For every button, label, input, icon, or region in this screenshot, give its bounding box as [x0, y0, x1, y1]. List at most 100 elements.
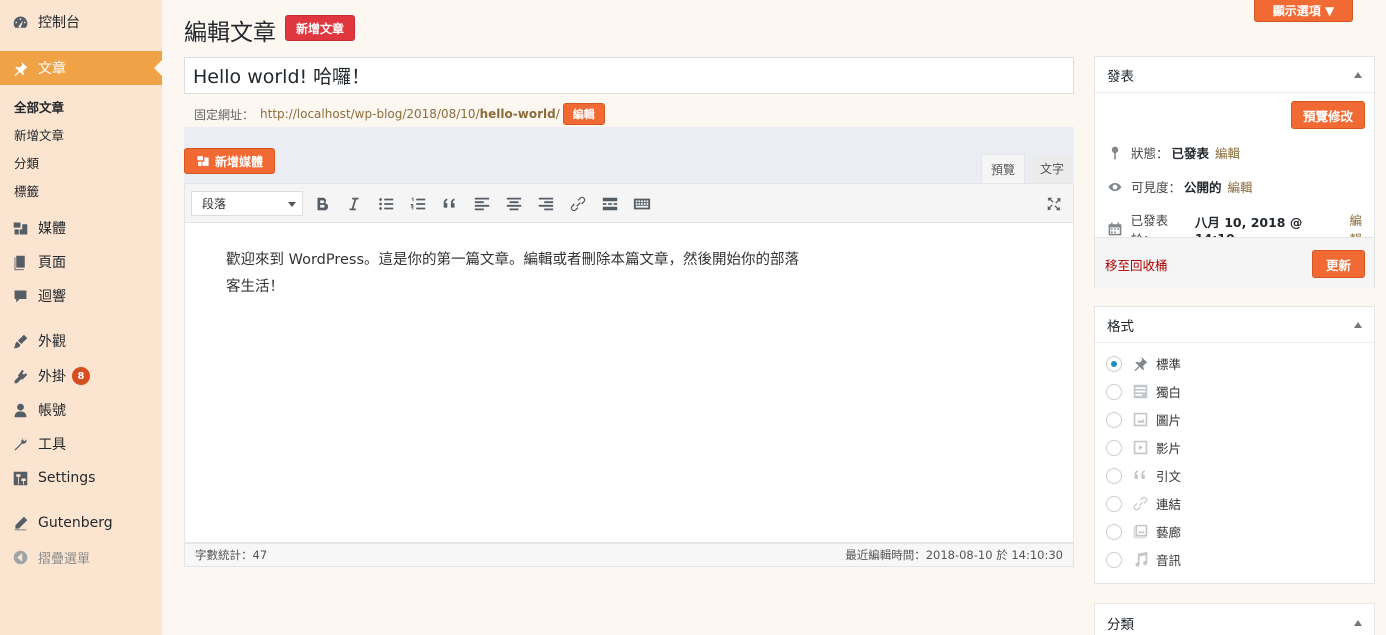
sidebar-item-comments[interactable]: 迴響 — [0, 279, 162, 313]
format-radio[interactable] — [1106, 495, 1122, 512]
sidebar-item-label: 外觀 — [38, 334, 66, 350]
format-option-audio[interactable]: 音訊 — [1106, 550, 1181, 569]
visibility-value: 公開的 — [1184, 180, 1222, 195]
user-icon — [11, 401, 29, 419]
collapse-arrow-icon[interactable] — [1354, 71, 1362, 78]
keyboard-icon — [633, 198, 651, 210]
numbered-list-button[interactable] — [407, 193, 429, 215]
bold-button[interactable] — [311, 193, 333, 215]
align-right-button[interactable] — [535, 193, 557, 215]
last-edited: 最近編輯時間：2018-08-10 於 14:10:30 — [845, 548, 1063, 562]
align-center-button[interactable] — [503, 193, 525, 215]
category-box-header[interactable]: 分類 — [1095, 604, 1374, 635]
link-icon — [1130, 495, 1150, 513]
format-radio[interactable] — [1106, 383, 1122, 400]
preview-changes-button[interactable]: 預覽修改 — [1291, 101, 1365, 129]
post-title-input[interactable] — [184, 57, 1074, 94]
read-more-button[interactable] — [599, 193, 621, 215]
blockquote-button[interactable] — [439, 193, 461, 215]
format-radio[interactable] — [1106, 355, 1122, 372]
status-value: 已發表 — [1171, 146, 1210, 161]
format-option-aside[interactable]: 獨白 — [1106, 382, 1181, 401]
word-count: 字數統計：47 — [195, 548, 268, 562]
format-radio[interactable] — [1106, 551, 1122, 568]
collapse-menu-button[interactable]: 摺疊選單 — [0, 540, 162, 574]
permalink-link[interactable]: http://localhost/wp-blog/2018/08/10/hell… — [260, 107, 560, 121]
brush-icon — [11, 332, 29, 350]
submenu-add-post[interactable]: 新增文章 — [14, 125, 64, 144]
fullscreen-button[interactable] — [1043, 193, 1065, 215]
post-content-paragraph: 歡迎來到 WordPress。這是你的第一篇文章。編輯或者刪除本篇文章，然後開始… — [226, 252, 800, 295]
tab-visual[interactable]: 預覽 — [981, 154, 1025, 183]
bold-icon — [317, 197, 329, 211]
format-option-image[interactable]: 圖片 — [1106, 410, 1181, 429]
align-center-icon — [506, 197, 522, 211]
editor-content-area[interactable]: 歡迎來到 WordPress。這是你的第一篇文章。編輯或者刪除本篇文章，然後開始… — [184, 223, 1074, 543]
read-more-icon — [602, 197, 618, 211]
bullet-list-button[interactable] — [375, 193, 397, 215]
quote-icon — [443, 198, 455, 208]
collapse-arrow-icon[interactable] — [1354, 620, 1362, 626]
sidebar-item-label: 控制台 — [38, 15, 80, 31]
chevron-down-icon — [288, 202, 296, 207]
publish-actions: 移至回收桶 更新 — [1095, 237, 1374, 288]
format-radio[interactable] — [1106, 467, 1122, 484]
add-media-button[interactable]: 新增媒體 — [184, 148, 275, 174]
pin-icon — [1105, 144, 1125, 162]
format-radio[interactable] — [1106, 523, 1122, 540]
format-radio[interactable] — [1106, 411, 1122, 428]
sidebar-item-gutenberg[interactable]: Gutenberg — [0, 506, 162, 540]
sidebar-item-settings[interactable]: Settings — [0, 461, 162, 495]
edit-visibility-link[interactable]: 編輯 — [1228, 177, 1253, 196]
submenu-tags[interactable]: 標籤 — [14, 181, 39, 200]
sidebar-item-media[interactable]: 媒體 — [0, 211, 162, 245]
sidebar-item-appearance[interactable]: 外觀 — [0, 324, 162, 358]
submenu-all-posts[interactable]: 全部文章 — [14, 97, 64, 116]
eye-icon — [1105, 178, 1125, 196]
align-left-button[interactable] — [471, 193, 493, 215]
page-icon — [11, 253, 29, 271]
collapse-arrow-icon[interactable] — [1354, 321, 1362, 328]
sidebar-item-tools[interactable]: 工具 — [0, 427, 162, 461]
sidebar-item-label: 媒體 — [38, 221, 66, 237]
update-button[interactable]: 更新 — [1312, 250, 1365, 278]
status-row: 狀態： 已發表 編輯 — [1105, 143, 1240, 162]
dashboard-icon — [11, 13, 29, 31]
sidebar-item-posts[interactable]: 文章 — [0, 51, 162, 85]
sidebar-item-plugins[interactable]: 外掛 8 — [0, 359, 162, 393]
settings-icon — [11, 469, 29, 487]
format-option-link[interactable]: 連結 — [1106, 494, 1181, 513]
publish-box-header[interactable]: 發表 — [1095, 57, 1374, 93]
sidebar-item-label: Gutenberg — [38, 515, 113, 531]
edit-status-link[interactable]: 編輯 — [1215, 143, 1240, 162]
pin-icon — [11, 59, 29, 77]
permalink-edit-button[interactable]: 編輯 — [562, 103, 605, 125]
move-to-trash-link[interactable]: 移至回收桶 — [1105, 255, 1168, 274]
sidebar-item-label: 迴響 — [38, 289, 66, 305]
submenu-categories[interactable]: 分類 — [14, 153, 39, 172]
sidebar-item-users[interactable]: 帳號 — [0, 393, 162, 427]
format-option-video[interactable]: 影片 — [1106, 438, 1181, 457]
add-new-post-button[interactable]: 新增文章 — [285, 15, 355, 41]
paragraph-format-select[interactable]: 段落 — [191, 191, 303, 216]
align-left-icon — [474, 197, 490, 211]
format-radio[interactable] — [1106, 439, 1122, 456]
sidebar-item-label: 外掛 — [38, 369, 66, 385]
sidebar-item-pages[interactable]: 頁面 — [0, 245, 162, 279]
format-option-quote[interactable]: 引文 — [1106, 466, 1181, 485]
sidebar-item-dashboard[interactable]: 控制台 — [0, 5, 162, 39]
italic-button[interactable] — [343, 193, 365, 215]
format-option-gallery[interactable]: 藝廊 — [1106, 522, 1181, 541]
publish-box: 發表 預覽修改 狀態： 已發表 編輯 可見度： 公開的 編輯 已發表於： 八月 … — [1094, 56, 1375, 288]
toolbar-toggle-button[interactable] — [631, 193, 653, 215]
tab-text[interactable]: 文字 — [1032, 154, 1072, 183]
sidebar-item-label: 頁面 — [38, 255, 66, 271]
link-icon — [570, 196, 586, 212]
insert-link-button[interactable] — [567, 193, 589, 215]
audio-icon — [1130, 551, 1150, 569]
format-box-header[interactable]: 格式 — [1095, 307, 1374, 343]
fullscreen-icon — [1047, 197, 1061, 211]
sidebar-item-label: Settings — [38, 470, 96, 486]
screen-options-button[interactable]: 顯示選項 ▼ — [1254, 0, 1353, 22]
format-option-standard[interactable]: 標準 — [1106, 354, 1181, 373]
